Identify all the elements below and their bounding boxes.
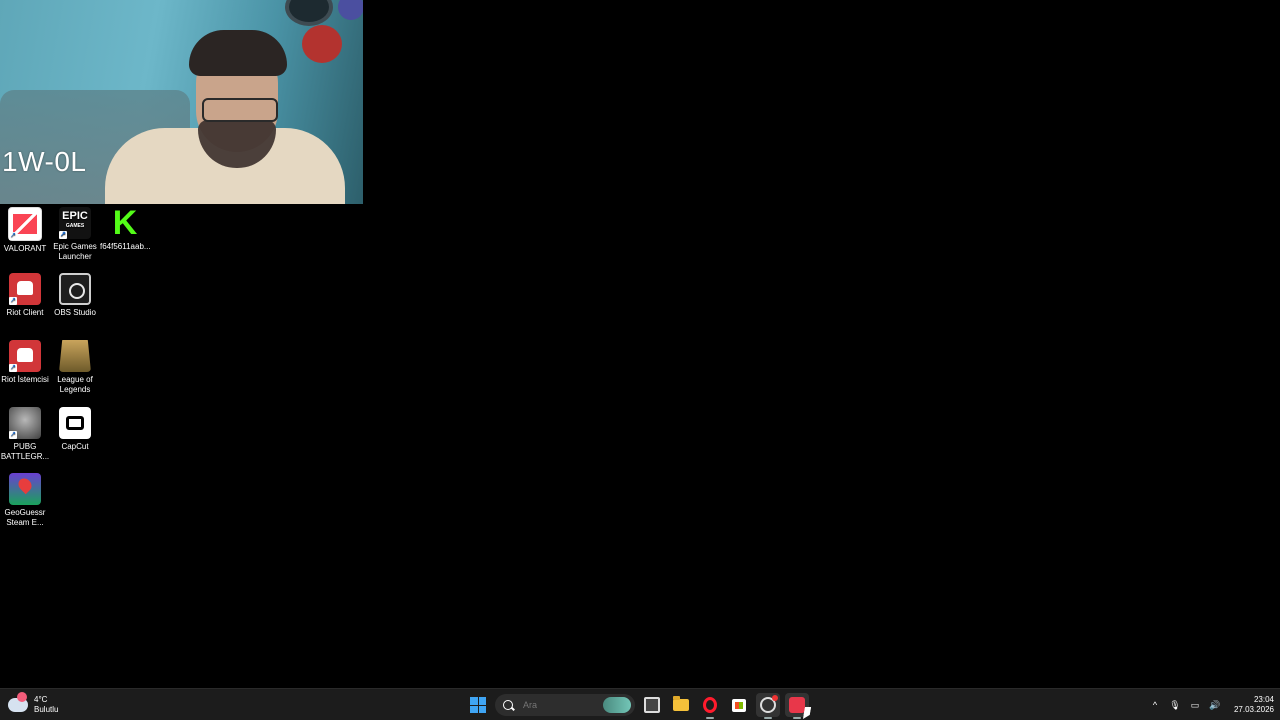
store-icon: [732, 698, 746, 712]
microphone-icon[interactable]: 🎙: [1168, 698, 1182, 712]
webcam-overlay: 1W-0L: [0, 0, 363, 204]
running-indicator: [793, 717, 801, 719]
epic-games-icon: EPIC GAMES ↗: [59, 207, 91, 239]
wall-decor: [302, 25, 342, 63]
task-view-button[interactable]: [640, 693, 664, 717]
pubg-icon: ↗: [9, 407, 41, 439]
search-input[interactable]: [521, 699, 595, 711]
search-icon: [503, 700, 513, 710]
league-of-legends-icon: [59, 340, 91, 372]
wall-decor: [338, 0, 363, 20]
valorant-icon: [789, 697, 805, 713]
running-indicator: [764, 717, 772, 719]
cloud-icon: [8, 692, 28, 712]
weather-condition: Bulutlu: [34, 705, 59, 714]
riot-client-icon: ↗: [9, 273, 41, 305]
network-icon[interactable]: ▭: [1188, 698, 1202, 712]
kick-icon: K: [109, 204, 141, 242]
clock-date: 27.03.2026: [1233, 705, 1274, 714]
epic-logo-text: EPIC: [62, 210, 88, 222]
desktop-icon-riot-client[interactable]: ↗ Riot Client: [0, 273, 50, 318]
obs-studio-taskbar-button[interactable]: [756, 693, 780, 719]
desktop-icon-riot-istemcisi[interactable]: ↗ Riot İstemcisi: [0, 340, 50, 385]
kick-logo-text: K: [112, 204, 138, 242]
streamer-hair: [189, 30, 287, 76]
search-highlight-image: [603, 697, 631, 713]
desktop-icon-league-of-legends[interactable]: League of Legends: [50, 340, 100, 395]
obs-studio-icon: [59, 273, 91, 305]
taskbar-apps: [466, 692, 809, 719]
geoguessr-icon: [9, 473, 41, 505]
desktop-icon-label: f64f5611aab...: [100, 242, 151, 251]
desktop-icon-capcut[interactable]: CapCut: [50, 407, 100, 452]
wall-decor: [285, 0, 333, 26]
desktop-icon-kick-file[interactable]: K f64f5611aab...: [100, 204, 151, 252]
desktop-icon-label: Riot Client: [6, 308, 44, 317]
folder-icon: [673, 696, 689, 711]
taskbar: 4°C Bulutlu Ara ^ 🎙 ▭ 🔊 23:04 27.03.2026: [0, 688, 1280, 720]
desktop-icon-label: CapCut: [61, 442, 89, 451]
desktop-icon-label: Epic Games Launcher: [53, 242, 97, 261]
capcut-icon: [59, 407, 91, 439]
win-loss-counter: 1W-0L: [2, 146, 87, 177]
streamer-glasses: [202, 98, 278, 122]
desktop-icon-obs-studio[interactable]: OBS Studio: [50, 273, 100, 318]
desktop-icon-label: VALORANT: [3, 244, 47, 253]
desktop-icon-label: League of Legends: [57, 375, 93, 394]
taskbar-search[interactable]: [495, 694, 635, 716]
clock[interactable]: 23:04 27.03.2026: [1234, 695, 1274, 715]
windows-logo-icon: [470, 697, 486, 713]
opera-icon: [703, 697, 717, 713]
epic-logo-subtext: GAMES: [65, 223, 85, 229]
desktop-icon-label: OBS Studio: [54, 308, 96, 317]
microsoft-store-button[interactable]: [727, 693, 751, 717]
obs-studio-icon: [760, 695, 778, 713]
running-indicator: [706, 717, 714, 719]
desktop-icon-epic-games[interactable]: EPIC GAMES ↗ Epic Games Launcher: [50, 207, 100, 262]
valorant-icon: ↗: [8, 207, 42, 241]
weather-temperature: 4°C: [34, 695, 48, 704]
desktop-icon-label: GeoGuessr Steam E...: [4, 508, 46, 527]
desktop-icon-label: Riot İstemcisi: [1, 375, 49, 384]
desktop-icon-pubg[interactable]: ↗ PUBG BATTLEGR...: [0, 407, 50, 462]
desktop-icon-geoguessr[interactable]: GeoGuessr Steam E...: [0, 473, 50, 528]
desktop-icon-label: PUBG BATTLEGR...: [0, 442, 50, 461]
file-explorer-button[interactable]: [669, 693, 693, 717]
task-view-icon: [644, 697, 660, 713]
riot-client-icon: ↗: [9, 340, 41, 372]
opera-button[interactable]: [698, 693, 722, 719]
system-tray: ^ 🎙 ▭ 🔊 23:04 27.03.2026: [1148, 691, 1274, 719]
volume-icon[interactable]: 🔊: [1208, 698, 1222, 712]
desktop-icon-valorant[interactable]: ↗ VALORANT: [0, 207, 50, 254]
start-button[interactable]: [466, 693, 490, 717]
weather-widget[interactable]: 4°C Bulutlu: [8, 692, 58, 717]
clock-time: 23:04: [1253, 695, 1274, 704]
show-hidden-icons-chevron-icon[interactable]: ^: [1148, 698, 1162, 712]
weather-text: 4°C Bulutlu: [34, 695, 58, 715]
